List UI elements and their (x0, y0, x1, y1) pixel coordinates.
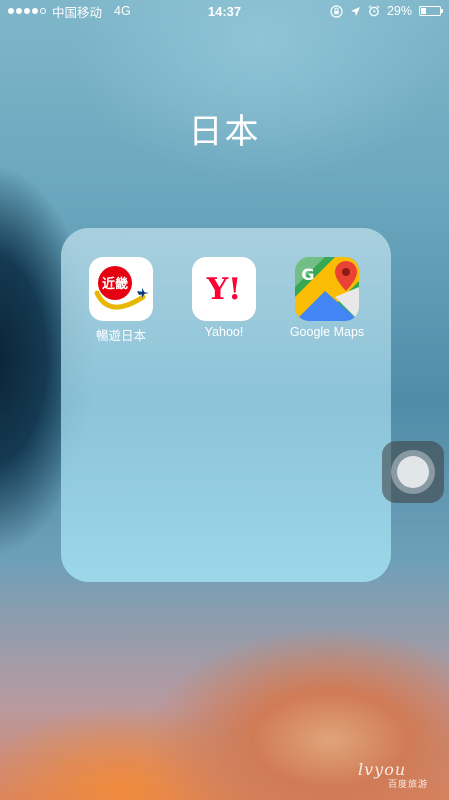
battery-icon (419, 6, 443, 16)
app-label-yahoo: Yahoo! (204, 325, 244, 339)
folder-title[interactable]: 日本 (0, 104, 449, 153)
network-type: 4G (114, 4, 131, 18)
app-kintetsu[interactable]: 近畿 暢遊日本 (71, 257, 171, 344)
location-arrow-icon (350, 6, 360, 16)
assistive-touch-button[interactable] (382, 441, 444, 503)
assistive-touch-inner-ring (397, 456, 429, 488)
google-maps-logo-text: G (301, 265, 314, 284)
battery-percentage: 29% (386, 4, 412, 18)
app-folder: 近畿 暢遊日本 Y! Yahoo! G Google Maps (61, 228, 391, 582)
battery-level-fill (421, 8, 426, 14)
yahoo-logo-text: Y! (206, 272, 242, 307)
kintetsu-badge-text: 近畿 (102, 276, 128, 292)
watermark: lvyou 百度旅游 (358, 760, 428, 790)
app-label-kintetsu: 暢遊日本 (95, 329, 146, 343)
kintetsu-app-icon[interactable]: 近畿 (89, 257, 153, 321)
alarm-icon (368, 5, 380, 17)
yahoo-logo-icon: Y! (206, 272, 242, 307)
app-label-google-maps: Google Maps (289, 325, 365, 339)
cellular-signal-icon (8, 8, 46, 14)
status-bar: 中国移动 4G 14:37 29% (0, 0, 449, 22)
status-bar-right: 29% (330, 4, 443, 18)
status-bar-left: 中国移动 4G (8, 2, 131, 21)
app-google-maps[interactable]: G Google Maps (277, 257, 377, 339)
watermark-subtitle: 百度旅游 (388, 779, 429, 789)
google-maps-app-icon[interactable]: G (295, 257, 359, 321)
app-yahoo[interactable]: Y! Yahoo! (174, 257, 274, 339)
google-maps-logo-icon: G (295, 257, 359, 321)
yahoo-app-icon[interactable]: Y! (192, 257, 256, 321)
kintetsu-logo-icon: 近畿 (94, 266, 149, 310)
carrier-name: 中国移动 (52, 5, 103, 20)
orientation-lock-icon (330, 4, 343, 18)
